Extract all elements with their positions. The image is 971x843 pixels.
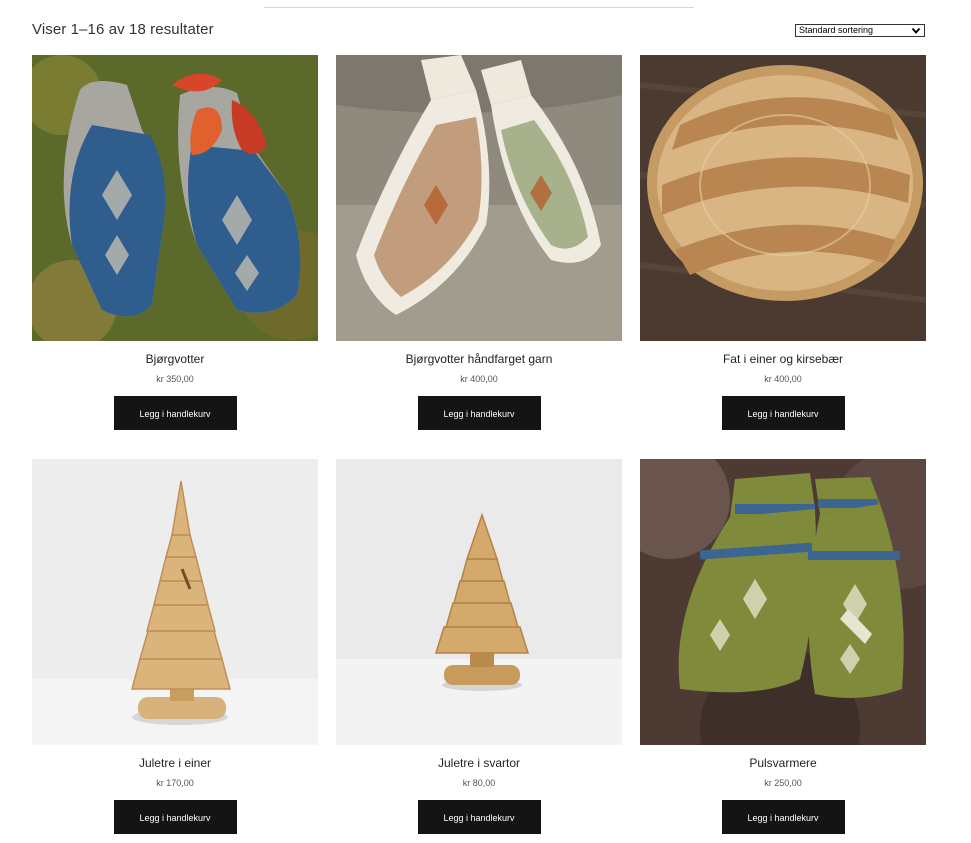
product-image[interactable] — [336, 459, 622, 745]
product-card: Fat i einer og kirsebær kr 400,00 Legg i… — [640, 55, 926, 430]
product-image[interactable] — [32, 55, 318, 341]
product-image[interactable] — [336, 55, 622, 341]
product-title[interactable]: Juletre i einer — [32, 755, 318, 771]
sort-select-value: Standard sortering — [799, 25, 874, 35]
product-image[interactable] — [640, 55, 926, 341]
add-to-cart-button[interactable]: Legg i handlekurv — [417, 396, 541, 430]
product-price: kr 400,00 — [764, 374, 802, 384]
product-card: Pulsvarmere kr 250,00 Legg i handlekurv — [640, 459, 926, 834]
product-card: Bjørgvotter kr 350,00 Legg i handlekurv — [32, 55, 318, 430]
product-image[interactable] — [32, 459, 318, 745]
product-title[interactable]: Juletre i svartor — [336, 755, 622, 771]
add-to-cart-button[interactable]: Legg i handlekurv — [721, 396, 845, 430]
product-title[interactable]: Pulsvarmere — [640, 755, 926, 771]
add-to-cart-button[interactable]: Legg i handlekurv — [721, 800, 845, 834]
product-price: kr 400,00 — [460, 374, 498, 384]
add-to-cart-button[interactable]: Legg i handlekurv — [113, 396, 237, 430]
product-title[interactable]: Fat i einer og kirsebær — [640, 351, 926, 367]
product-card: Juletre i einer kr 170,00 Legg i handlek… — [32, 459, 318, 834]
sort-select[interactable]: Standard sortering — [795, 24, 925, 37]
product-title[interactable]: Bjørgvotter — [32, 351, 318, 367]
product-image[interactable] — [640, 459, 926, 745]
product-title[interactable]: Bjørgvotter håndfarget garn — [336, 351, 622, 367]
product-price: kr 170,00 — [156, 778, 194, 788]
top-divider — [264, 7, 694, 8]
result-count: Viser 1–16 av 18 resultater — [32, 21, 214, 38]
product-card: Juletre i svartor kr 80,00 Legg i handle… — [336, 459, 622, 834]
product-price: kr 250,00 — [764, 778, 802, 788]
product-price: kr 350,00 — [156, 374, 194, 384]
product-card: Bjørgvotter håndfarget garn kr 400,00 Le… — [336, 55, 622, 430]
product-price: kr 80,00 — [462, 778, 496, 788]
add-to-cart-button[interactable]: Legg i handlekurv — [417, 800, 541, 834]
add-to-cart-button[interactable]: Legg i handlekurv — [113, 800, 237, 834]
chevron-down-icon — [911, 27, 921, 34]
